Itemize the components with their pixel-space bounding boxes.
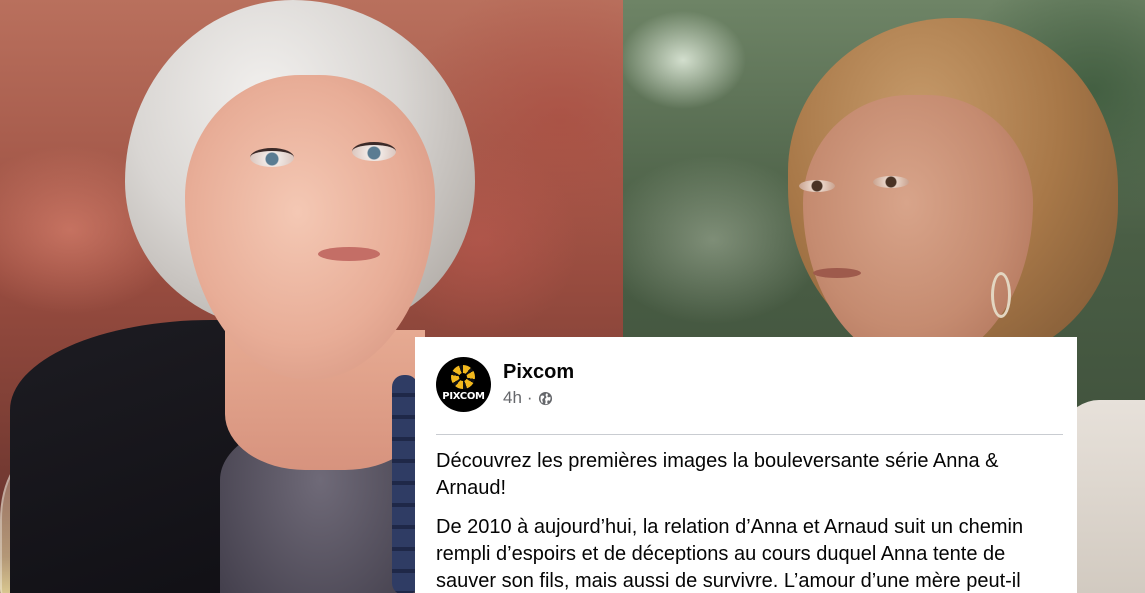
camera-aperture-icon — [451, 365, 475, 389]
right-eye — [873, 176, 909, 188]
post-time-row: 4h · — [503, 387, 574, 409]
post-paragraph: De 2010 à aujourd’hui, la relation d’Ann… — [436, 516, 1024, 592]
page-name-link[interactable]: Pixcom — [503, 360, 574, 384]
post-paragraph: Découvrez les premières images la boulev… — [436, 450, 999, 499]
right-eye — [352, 142, 396, 161]
post-meta: Pixcom 4h · — [503, 360, 574, 409]
left-eye — [799, 180, 835, 192]
facebook-post-card: PIXCOM Pixcom 4h · Découvrez les premièr… — [415, 337, 1077, 593]
avatar-logo-text: PIXCOM — [442, 391, 485, 402]
globe-icon[interactable] — [538, 391, 553, 406]
page-avatar[interactable]: PIXCOM — [436, 357, 491, 412]
separator-dot: · — [526, 388, 533, 407]
screenshot-canvas: PIXCOM Pixcom 4h · Découvrez les premièr… — [0, 0, 1145, 593]
post-header: PIXCOM Pixcom 4h · — [436, 357, 1063, 412]
mouth — [318, 247, 380, 261]
header-divider — [436, 434, 1063, 435]
post-body: Découvrez les premières images la boulev… — [436, 448, 1063, 593]
left-eye — [250, 148, 294, 167]
hoop-earring — [991, 272, 1011, 318]
post-timestamp[interactable]: 4h — [503, 387, 522, 409]
mouth — [813, 268, 861, 278]
